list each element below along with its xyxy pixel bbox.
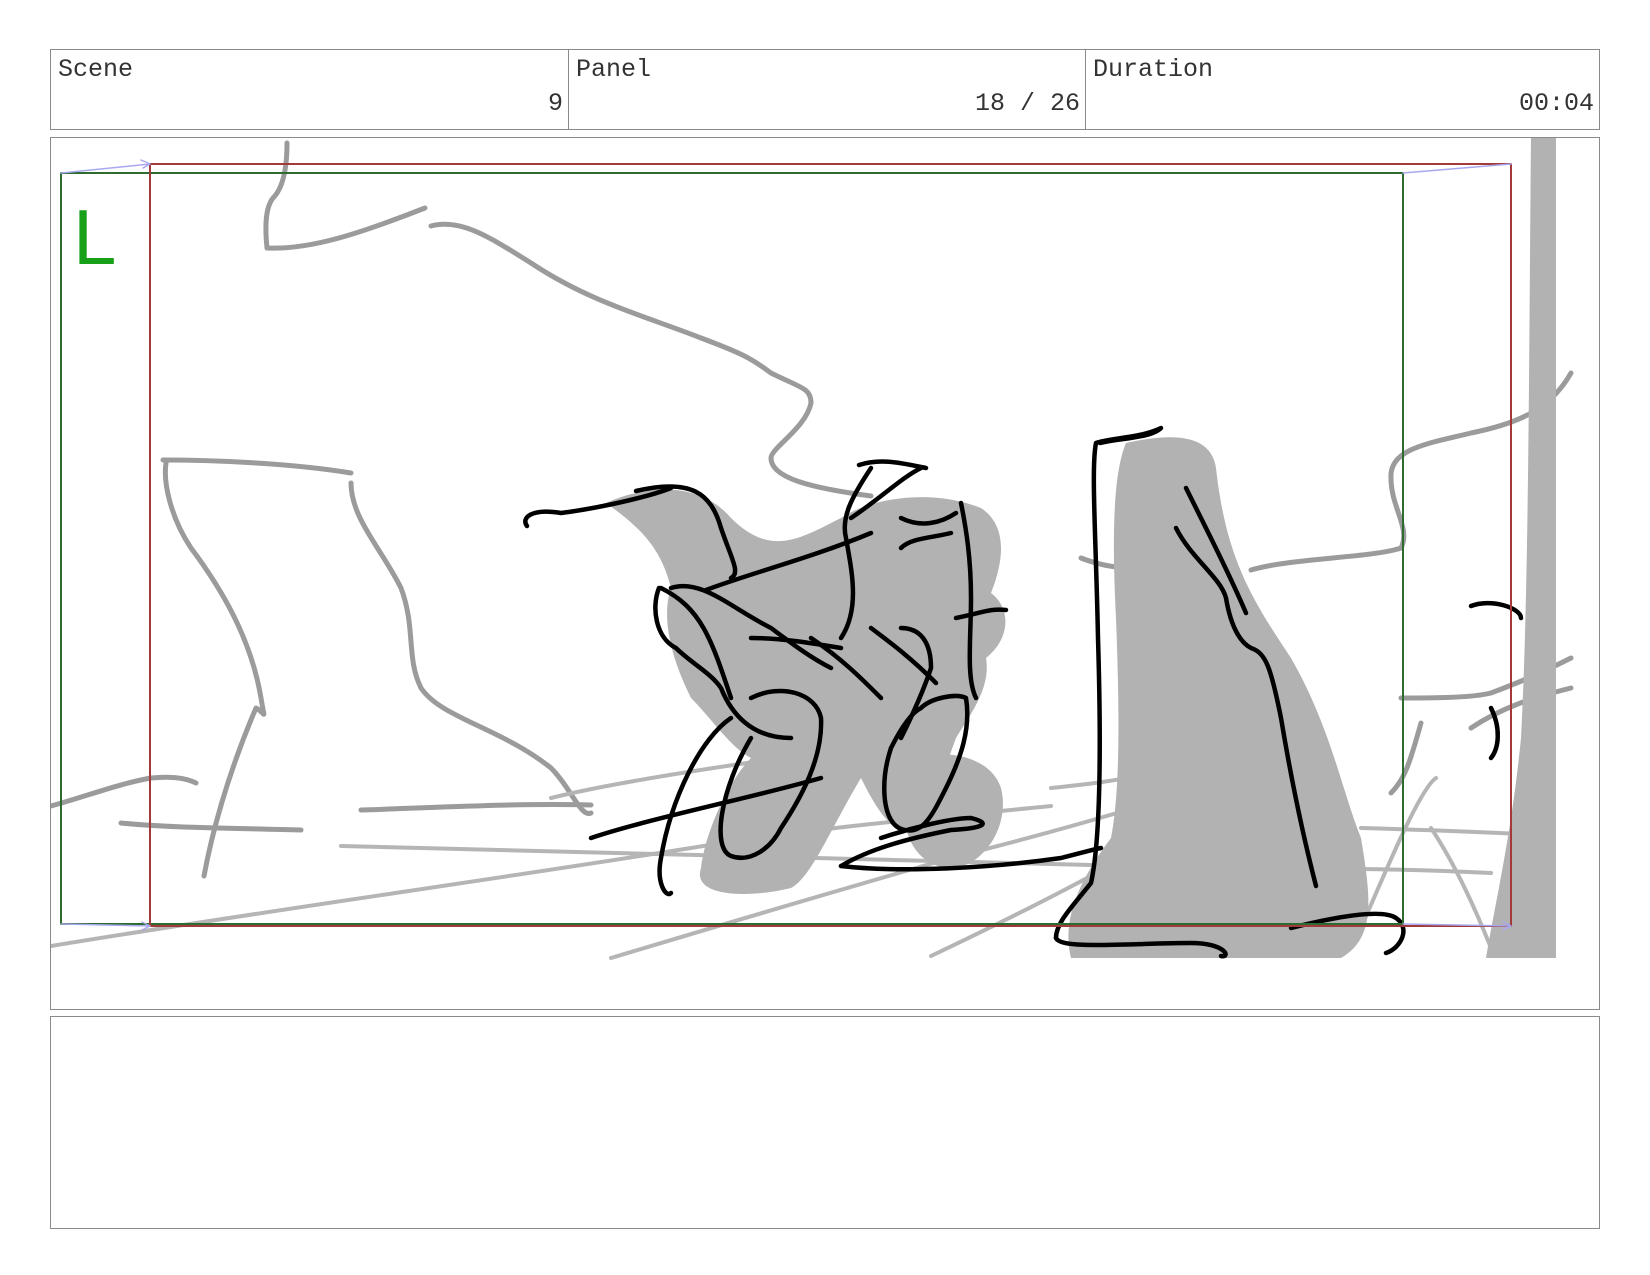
shadow-shapes xyxy=(606,138,1556,958)
scene-cell: Scene 9 xyxy=(51,50,569,129)
safe-area-letter: L xyxy=(73,193,117,281)
storyboard-frame: L xyxy=(50,137,1600,1010)
panel-label: Panel xyxy=(576,55,652,84)
notes-box[interactable] xyxy=(50,1016,1600,1229)
panel-number: 18 / 26 xyxy=(974,89,1080,118)
duration-value: 00:04 xyxy=(1518,89,1594,118)
sketch-drawing xyxy=(51,138,1574,960)
storyboard-header: Scene 9 Panel 18 / 26 Duration 00:04 xyxy=(50,49,1600,130)
scene-label: Scene xyxy=(58,55,134,84)
scene-number: 9 xyxy=(547,89,563,118)
duration-label: Duration xyxy=(1093,55,1214,84)
duration-cell: Duration 00:04 xyxy=(1086,50,1599,129)
panel-cell: Panel 18 / 26 xyxy=(569,50,1086,129)
